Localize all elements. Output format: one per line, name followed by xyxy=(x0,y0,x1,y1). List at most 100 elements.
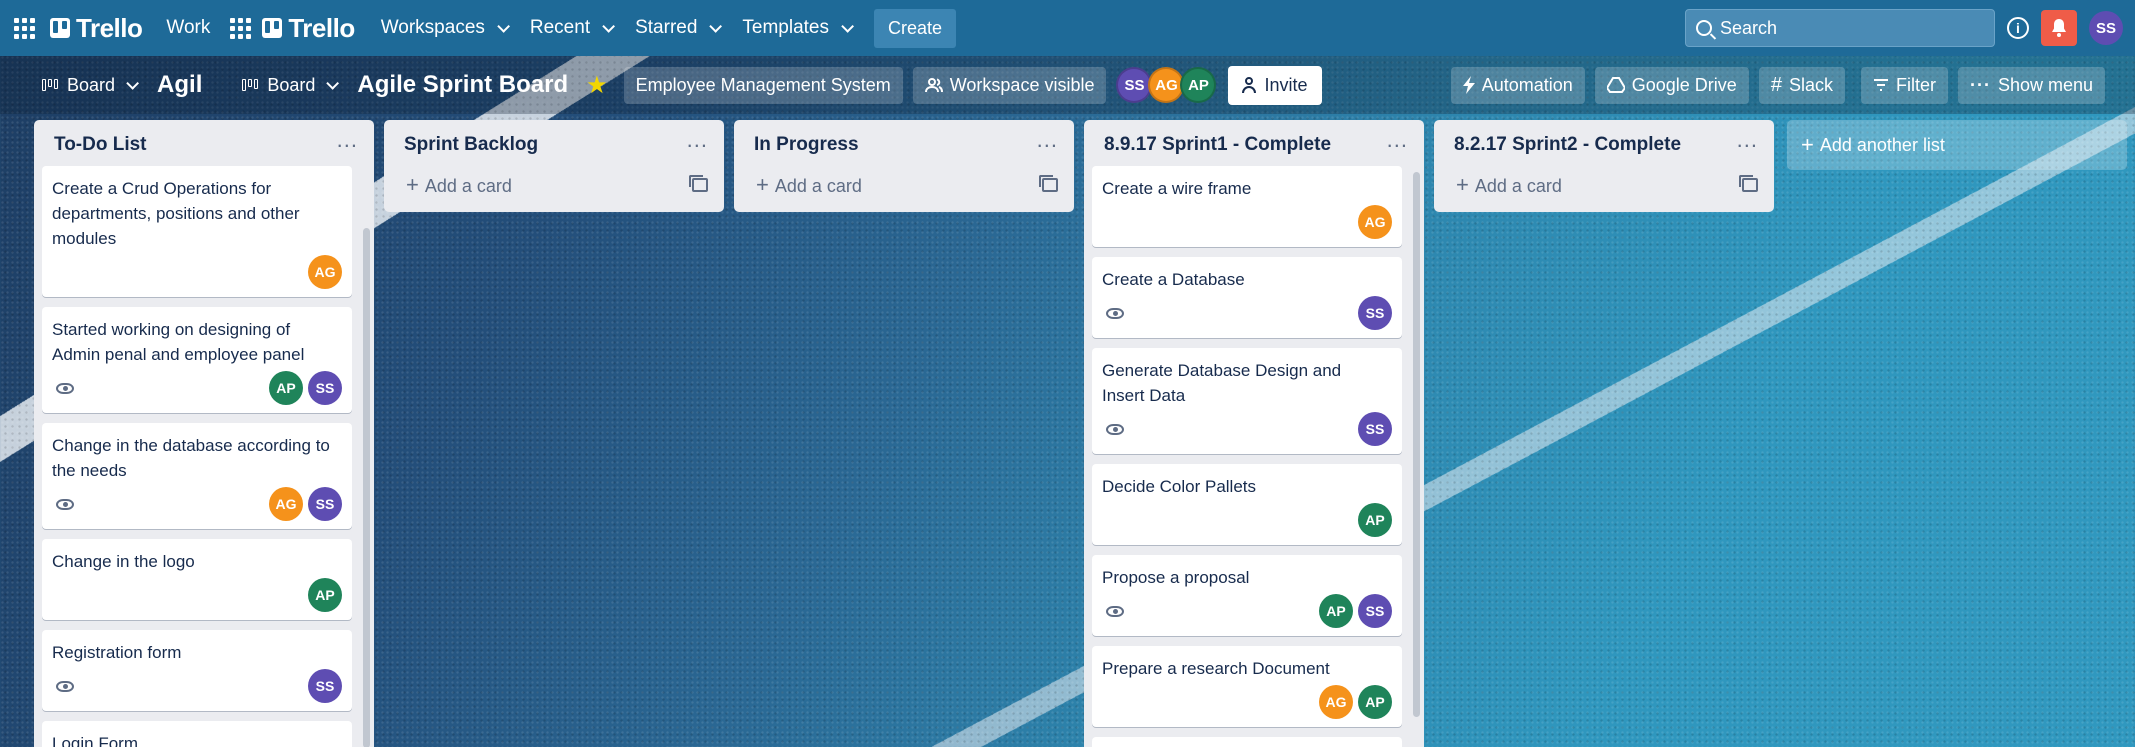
member-avatar[interactable]: AG xyxy=(1358,205,1392,239)
chevron-down-icon xyxy=(602,19,616,33)
notifications-button[interactable] xyxy=(2041,10,2077,46)
card-template-icon[interactable] xyxy=(1739,175,1758,192)
card-template-icon[interactable] xyxy=(1039,175,1058,192)
card[interactable]: Registration form SS xyxy=(42,630,352,711)
visibility-button[interactable]: Workspace visible xyxy=(912,66,1107,104)
card[interactable]: Create a wire frame AG xyxy=(1092,166,1402,247)
member-avatar[interactable]: AP xyxy=(308,578,342,612)
starred-menu[interactable]: Starred xyxy=(623,9,730,47)
work-label: Work xyxy=(166,17,211,38)
card[interactable]: Change in the logo AP xyxy=(42,539,352,620)
card[interactable]: Generate Database Design and Insert Data… xyxy=(1092,348,1402,454)
card[interactable] xyxy=(1092,737,1402,747)
add-card-button[interactable]: + Add a card xyxy=(742,166,1066,202)
workspace-button[interactable]: Employee Management System xyxy=(623,66,903,104)
card-footer: AP SS xyxy=(1102,594,1392,628)
star-icon[interactable]: ★ xyxy=(578,67,616,104)
list-sprint-backlog: Sprint Backlog ... + Add a card xyxy=(384,120,724,212)
member-avatar[interactable]: AP xyxy=(269,371,303,405)
info-icon[interactable]: i xyxy=(2007,17,2029,39)
slack-label: Slack xyxy=(1788,74,1833,95)
card[interactable]: Prepare a research Document AG AP xyxy=(1092,646,1402,727)
trello-logo-secondary[interactable]: Trello xyxy=(262,13,355,44)
people-icon xyxy=(924,78,943,93)
member-avatar[interactable]: SS xyxy=(1116,67,1153,103)
member-avatar[interactable]: AP xyxy=(1319,594,1353,628)
show-menu-button[interactable]: ··· Show menu xyxy=(1957,66,2105,104)
board-view-switcher[interactable]: Board xyxy=(30,67,147,104)
watch-icon xyxy=(1106,605,1124,617)
card-members: AG xyxy=(1358,205,1392,239)
list-title[interactable]: 8.9.17 Sprint1 - Complete xyxy=(1104,134,1331,156)
card[interactable]: Change in the database according to the … xyxy=(42,423,352,529)
user-avatar[interactable]: SS xyxy=(2089,11,2123,45)
google-drive-button[interactable]: Google Drive xyxy=(1594,66,1749,104)
card[interactable]: Propose a proposal AP SS xyxy=(1092,555,1402,636)
workspaces-menu[interactable]: Workspaces xyxy=(369,9,518,47)
board-view-switcher-2[interactable]: Board xyxy=(230,67,347,104)
add-card-button[interactable]: + Add a card xyxy=(1442,166,1766,202)
list-title[interactable]: 8.2.17 Sprint2 - Complete xyxy=(1454,134,1681,156)
member-avatar[interactable]: AG xyxy=(1148,67,1185,103)
card-title: Change in the logo xyxy=(52,552,195,571)
member-avatar[interactable]: AP xyxy=(1358,503,1392,537)
card-template-icon[interactable] xyxy=(689,175,708,192)
list-header: 8.2.17 Sprint2 - Complete ... xyxy=(1442,128,1766,166)
add-card-button[interactable]: + Add a card xyxy=(392,166,716,202)
card[interactable]: Login Form xyxy=(42,721,352,747)
member-avatar[interactable]: AG xyxy=(1319,685,1353,719)
app-switcher-icon[interactable] xyxy=(12,16,36,40)
list-menu-icon[interactable]: ... xyxy=(1387,129,1408,155)
work-link[interactable]: Work xyxy=(162,9,222,47)
search-input[interactable] xyxy=(1720,17,1984,39)
trello-logo[interactable]: Trello xyxy=(50,13,143,44)
filter-button[interactable]: Filter xyxy=(1860,66,1948,104)
card[interactable]: Create a Crud Operations for departments… xyxy=(42,166,352,297)
board-view-icon xyxy=(42,79,60,91)
member-avatar[interactable]: AG xyxy=(269,487,303,521)
member-avatar[interactable]: AP xyxy=(1180,67,1217,103)
watch-icon xyxy=(1106,423,1124,435)
member-avatar[interactable]: SS xyxy=(1358,594,1392,628)
member-avatar[interactable]: AP xyxy=(1358,685,1392,719)
search-icon xyxy=(1696,20,1712,36)
templates-label: Templates xyxy=(742,17,830,38)
list-menu-icon[interactable]: ... xyxy=(337,129,358,155)
list-scrollbar[interactable] xyxy=(363,228,370,747)
member-avatar[interactable]: SS xyxy=(308,669,342,703)
list-sprint1-complete: 8.9.17 Sprint1 - Complete ... Create a w… xyxy=(1084,120,1424,747)
card[interactable]: Create a Database SS xyxy=(1092,257,1402,338)
search-box[interactable] xyxy=(1685,9,1995,47)
list-title[interactable]: To-Do List xyxy=(54,134,147,156)
member-avatar[interactable]: AG xyxy=(308,255,342,289)
create-button[interactable]: Create xyxy=(874,8,957,48)
card-footer: SS xyxy=(52,669,342,703)
board-view-icon xyxy=(242,79,260,91)
board-title[interactable]: Agile Sprint Board xyxy=(347,65,578,105)
recent-menu[interactable]: Recent xyxy=(518,9,623,47)
list-menu-icon[interactable]: ... xyxy=(687,129,708,155)
slack-button[interactable]: # Slack xyxy=(1758,66,1845,104)
member-avatar[interactable]: SS xyxy=(308,371,342,405)
member-avatar[interactable]: SS xyxy=(308,487,342,521)
list-menu-icon[interactable]: ... xyxy=(1037,129,1058,155)
list-sprint2-complete: 8.2.17 Sprint2 - Complete ... + Add a car… xyxy=(1434,120,1774,212)
card-footer: AP xyxy=(1102,503,1392,537)
card[interactable]: Started working on designing of Admin pe… xyxy=(42,307,352,413)
apps-grid-icon[interactable] xyxy=(228,16,252,40)
add-another-list-button[interactable]: + Add another list xyxy=(1787,120,2127,170)
automation-button[interactable]: Automation xyxy=(1450,66,1585,104)
list-title[interactable]: Sprint Backlog xyxy=(404,134,538,156)
card[interactable]: Decide Color Pallets AP xyxy=(1092,464,1402,545)
member-avatar[interactable]: SS xyxy=(1358,296,1392,330)
card-members: AG xyxy=(308,255,342,289)
list-menu-icon[interactable]: ... xyxy=(1737,129,1758,155)
board-title-truncated[interactable]: Agil xyxy=(147,65,212,105)
list-header: To-Do List ... xyxy=(42,128,366,166)
add-person-icon xyxy=(1242,77,1257,93)
list-title[interactable]: In Progress xyxy=(754,134,859,156)
templates-menu[interactable]: Templates xyxy=(730,9,862,47)
invite-button[interactable]: Invite xyxy=(1228,65,1322,105)
list-scrollbar[interactable] xyxy=(1413,172,1420,717)
member-avatar[interactable]: SS xyxy=(1358,412,1392,446)
